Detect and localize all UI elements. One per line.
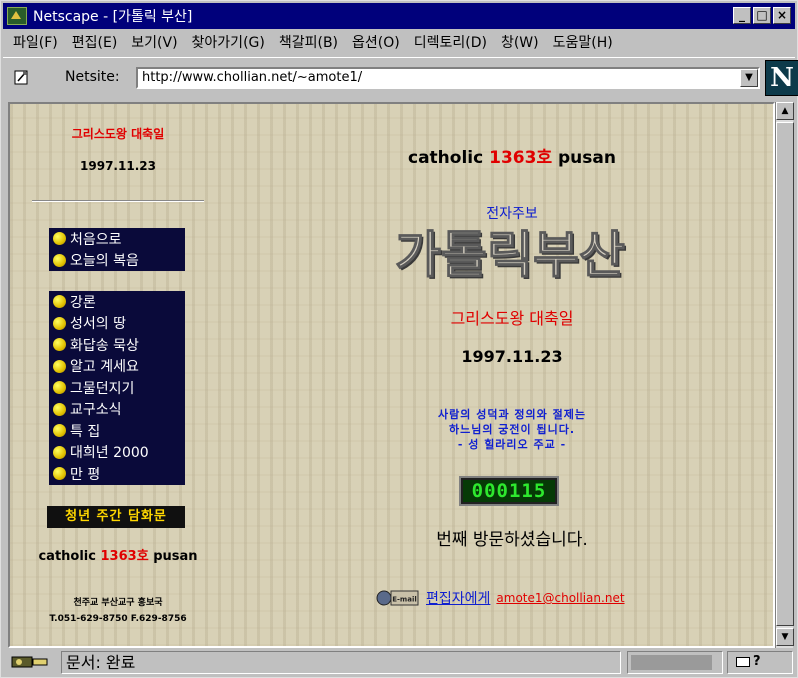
status-icons: ? [727,651,793,674]
menu-edit[interactable]: 편집(E) [65,32,125,52]
netscape-app-icon[interactable] [7,7,27,25]
org-name: 천주교 부산교구 홍보국 [73,598,163,608]
minimize-button[interactable]: _ [733,7,751,24]
bullet-icon [53,381,66,395]
mail-status-icon[interactable] [736,657,750,667]
url-dropdown-button[interactable]: ▼ [740,69,758,87]
youth-message-banner[interactable]: 청년 주간 담화문 [47,506,185,528]
quote-line-2: 하느님의 궁전이 됩니다. [448,423,576,436]
nav-item-cartoon[interactable]: 만 평 [49,463,185,485]
menu-bar: 파일(F) 편집(E) 보기(V) 찾아가기(G) 책갈피(B) 옵션(O) 디… [3,31,795,53]
bullet-icon [53,359,66,373]
location-bar: Netsite: http://www.chollian.net/~amote1… [3,57,798,97]
menu-file[interactable]: 파일(F) [3,32,65,52]
nav-item-diocese-news[interactable]: 교구소식 [49,399,185,421]
nav-item-psalm-meditation[interactable]: 화답송 묵상 [49,334,185,356]
left-date: 1997.11.23 [80,159,156,173]
catholic-busan-logo: 가톨릭부산 가톨릭부산 [394,225,627,286]
left-divider [32,200,204,202]
bullet-icon [53,424,66,438]
scroll-thumb[interactable] [776,122,794,626]
browser-window: Netscape - [가톨릭 부산] _ □ × 파일(F) 편집(E) 보기… [0,0,798,678]
nav-item-jubilee-2000[interactable]: 대희년 2000 [49,442,185,464]
menu-bookmarks[interactable]: 책갈피(B) [272,32,345,52]
svg-text:가톨릭부산: 가톨릭부산 [395,226,625,284]
nav-item-gospel[interactable]: 오늘의 복음 [49,250,185,272]
progress-bar [627,651,723,674]
bullet-icon [53,467,66,481]
nav-item-did-you-know[interactable]: 알고 계세요 [49,356,185,378]
menu-directory[interactable]: 디렉토리(D) [407,32,494,52]
quote-line-1: 사람의 성덕과 정의와 절제는 [438,408,586,421]
bullet-icon [53,445,66,459]
window-title: Netscape - [가톨릭 부산] [33,9,193,25]
visitor-counter-digits: 000115 [463,480,555,502]
nav-item-cast-net[interactable]: 그물던지기 [49,377,185,399]
nav-group-sections: 강론 성서의 땅 화답송 묵상 알고 계세요 그물던지기 교구소식 특 집 대희… [49,291,185,485]
bullet-icon [53,338,66,352]
location-label: Netsite: [65,69,120,85]
feast-title: 그리스도왕 대축일 [450,309,574,328]
title-bar: Netscape - [가톨릭 부산] _ □ × [3,3,795,29]
left-feast-title: 그리스도왕 대축일 [71,127,165,141]
nav-item-home[interactable]: 처음으로 [49,228,185,250]
quote-attribution: - 성 힐라리오 주교 - [457,438,567,451]
menu-options[interactable]: 옵션(O) [345,32,407,52]
bookmark-link-icon[interactable] [13,68,31,86]
bullet-icon [53,295,66,309]
progress-fill [631,655,713,670]
scroll-down-button[interactable]: ▼ [776,628,794,646]
status-text: 문서: 완료 [61,651,621,674]
to-editor-link[interactable]: 편집자에게 [426,588,490,608]
nav-item-holy-land[interactable]: 성서의 땅 [49,313,185,335]
nav-item-special[interactable]: 특 집 [49,420,185,442]
left-issue-label: catholic 1363호 pusan [38,549,198,564]
security-key-icon[interactable] [11,654,49,670]
close-button[interactable]: × [773,7,791,24]
menu-view[interactable]: 보기(V) [124,32,184,52]
bullet-icon [53,402,66,416]
email-link[interactable]: amote1@chollian.net [496,591,624,605]
status-bar: 문서: 완료 ? [3,651,795,675]
url-input[interactable]: http://www.chollian.net/~amote1/ [136,67,760,89]
menu-go[interactable]: 찾아가기(G) [185,32,272,52]
org-phone-fax: T.051-629-8750 F.629-8756 [49,614,187,624]
nav-group-primary: 처음으로 오늘의 복음 [49,228,185,271]
menu-help[interactable]: 도움말(H) [546,32,620,52]
bullet-icon [53,253,66,267]
maximize-button[interactable]: □ [753,7,771,24]
email-icon[interactable]: E-mail [376,588,420,608]
bullet-icon [53,232,66,246]
issue-date: 1997.11.23 [461,347,563,366]
page-content: 그리스도왕 대축일 1997.11.23 처음으로 오늘의 복음 강론 성서의 … [8,102,775,648]
visit-message: 번째 방문하셨습니다. [436,530,588,550]
help-icon[interactable]: ? [753,654,761,669]
svg-text:E-mail: E-mail [392,596,417,604]
bullet-icon [53,316,66,330]
contact-row: E-mail 편집자에게 amote1@chollian.net [376,587,625,609]
issue-header: catholic 1363호 pusan [408,148,616,168]
nav-item-homily[interactable]: 강론 [49,291,185,313]
vertical-scrollbar[interactable]: ▲ ▼ [775,102,794,648]
menu-window[interactable]: 창(W) [494,32,546,52]
scroll-up-button[interactable]: ▲ [776,102,794,120]
netscape-logo[interactable]: N [765,60,798,96]
quote-block: 사람의 성덕과 정의와 절제는 하느님의 궁전이 됩니다. - 성 힐라리오 주… [362,407,662,452]
visitor-counter: 000115 [459,476,559,506]
